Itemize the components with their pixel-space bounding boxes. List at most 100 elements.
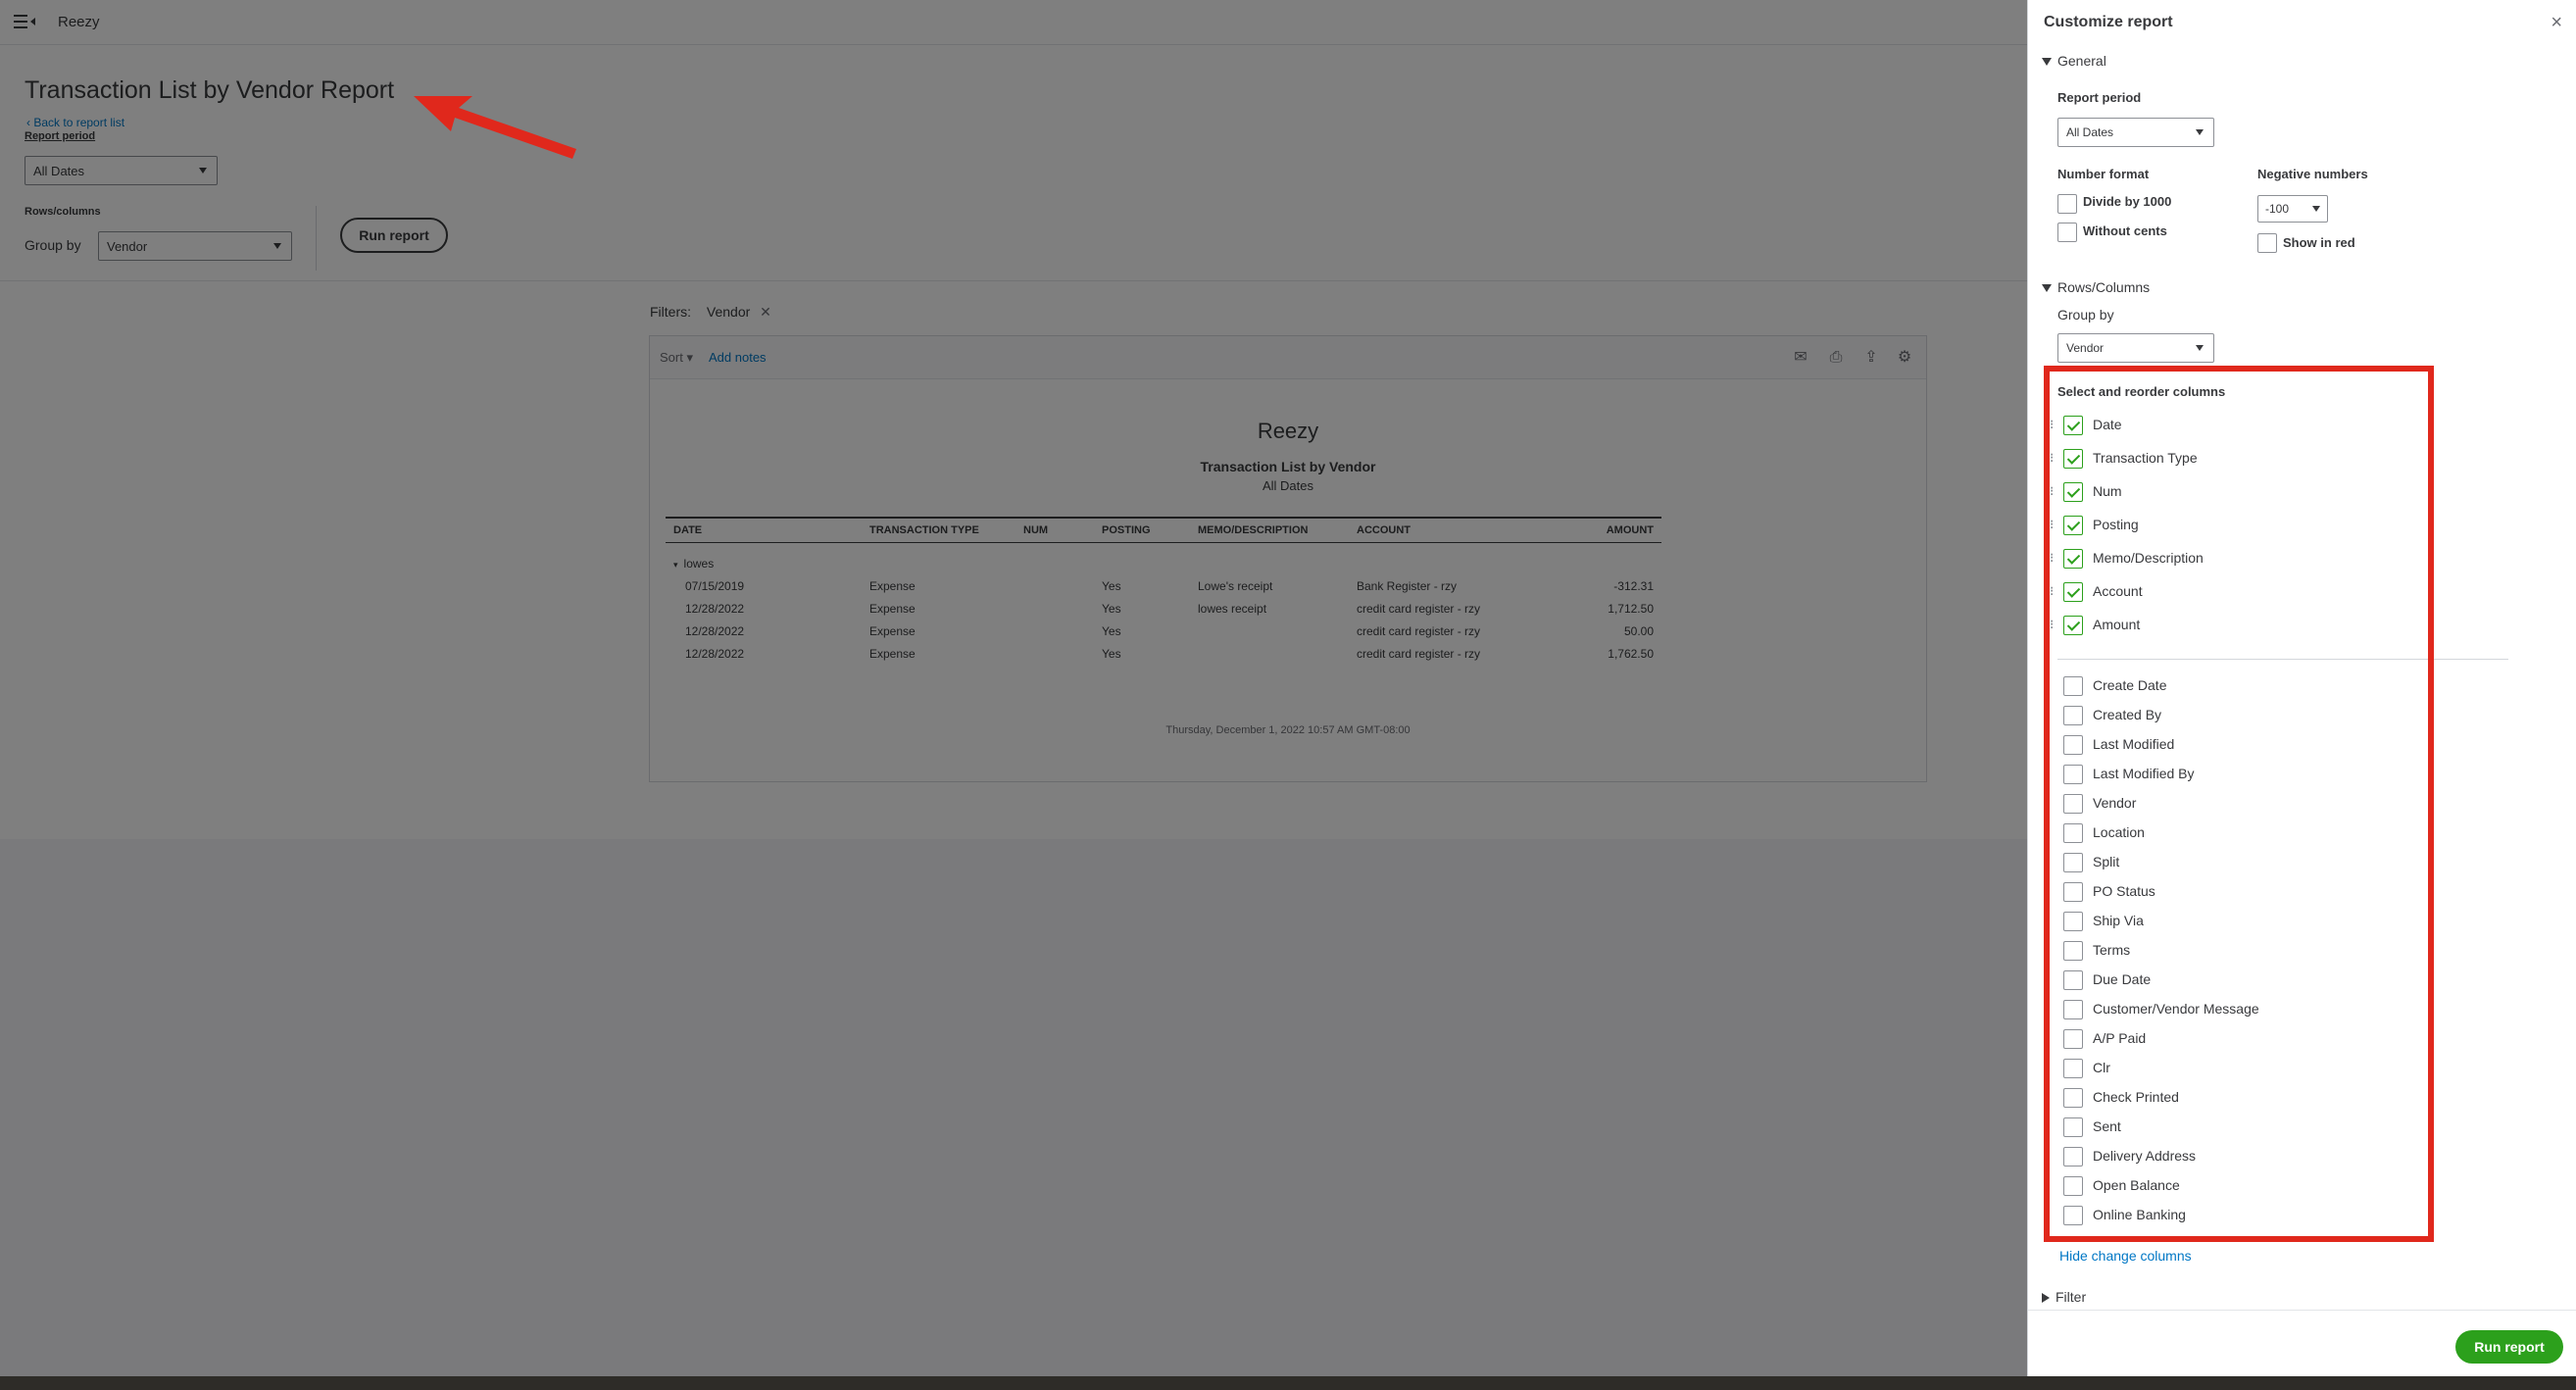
section-rows-columns-toggle[interactable]: Rows/Columns bbox=[2042, 279, 2150, 295]
column-option-po-status[interactable]: PO Status bbox=[2046, 880, 2555, 906]
gear-icon[interactable]: ⚙ bbox=[1895, 348, 1914, 368]
column-option-clr[interactable]: Clr bbox=[2046, 1057, 2555, 1082]
back-to-report-list-link[interactable]: ‹ Back to report list bbox=[26, 116, 124, 129]
column-option-transaction-type[interactable]: ⠿ Transaction Type bbox=[2046, 447, 2555, 472]
column-checkbox[interactable] bbox=[2063, 616, 2083, 635]
column-checkbox[interactable] bbox=[2063, 1029, 2083, 1049]
table-row[interactable]: 07/15/2019 Expense Yes Lowe's receipt Ba… bbox=[666, 574, 1661, 597]
cell-transaction-type[interactable]: Expense bbox=[862, 642, 1016, 665]
filter-chip-vendor[interactable]: Vendor bbox=[707, 304, 750, 320]
column-option-sent[interactable]: Sent bbox=[2046, 1116, 2555, 1141]
menu-toggle-icon[interactable] bbox=[14, 12, 37, 31]
column-checkbox[interactable] bbox=[2063, 1176, 2083, 1196]
back-link-label[interactable]: Back to report list bbox=[33, 116, 124, 129]
column-header[interactable]: POSTING bbox=[1094, 517, 1190, 543]
column-option-ship-via[interactable]: Ship Via bbox=[2046, 910, 2555, 935]
table-row[interactable]: 12/28/2022 Expense Yes credit card regis… bbox=[666, 642, 1661, 665]
cell-date[interactable]: 12/28/2022 bbox=[666, 642, 862, 665]
column-checkbox[interactable] bbox=[2063, 1117, 2083, 1137]
column-option-customer-vendor-message[interactable]: Customer/Vendor Message bbox=[2046, 998, 2555, 1023]
show-in-red-checkbox[interactable] bbox=[2257, 233, 2277, 253]
column-checkbox[interactable] bbox=[2063, 970, 2083, 990]
group-by-select[interactable]: Vendor bbox=[2057, 333, 2214, 363]
negative-numbers-select[interactable]: -100 bbox=[2257, 195, 2328, 223]
hide-change-columns-link[interactable]: Hide change columns bbox=[2059, 1248, 2192, 1264]
column-header[interactable]: NUM bbox=[1016, 517, 1094, 543]
section-filter-toggle[interactable]: Filter bbox=[2042, 1289, 2086, 1305]
collapse-triangle-icon[interactable]: ▾ bbox=[673, 560, 678, 570]
sort-dropdown[interactable]: Sort ▾ bbox=[660, 350, 693, 366]
column-header[interactable]: TRANSACTION TYPE bbox=[862, 517, 1016, 543]
cell-transaction-type[interactable]: Expense bbox=[862, 574, 1016, 597]
close-icon[interactable]: × bbox=[2551, 12, 2562, 34]
column-checkbox[interactable] bbox=[2063, 1088, 2083, 1108]
column-option-ap-paid[interactable]: A/P Paid bbox=[2046, 1027, 2555, 1053]
close-icon[interactable]: ✕ bbox=[760, 304, 771, 320]
column-checkbox[interactable] bbox=[2063, 912, 2083, 931]
cell-transaction-type[interactable]: Expense bbox=[862, 620, 1016, 642]
column-checkbox[interactable] bbox=[2063, 1147, 2083, 1167]
column-option-num[interactable]: ⠿ Num bbox=[2046, 480, 2555, 506]
column-checkbox[interactable] bbox=[2063, 765, 2083, 784]
cell-amount[interactable]: 50.00 bbox=[1531, 620, 1661, 642]
group-by-select[interactable]: Vendor bbox=[98, 231, 292, 261]
email-icon[interactable]: ✉ bbox=[1791, 348, 1810, 368]
column-checkbox[interactable] bbox=[2063, 706, 2083, 725]
column-checkbox[interactable] bbox=[2063, 449, 2083, 469]
column-checkbox[interactable] bbox=[2063, 676, 2083, 696]
drag-handle-icon[interactable]: ⠿ bbox=[2046, 519, 2055, 532]
section-general-toggle[interactable]: General bbox=[2042, 53, 2106, 69]
drag-handle-icon[interactable]: ⠿ bbox=[2046, 452, 2055, 466]
table-row[interactable]: 12/28/2022 Expense Yes credit card regis… bbox=[666, 620, 1661, 642]
column-header[interactable]: AMOUNT bbox=[1531, 517, 1661, 543]
cell-date[interactable]: 12/28/2022 bbox=[666, 597, 862, 620]
add-notes-link[interactable]: Add notes bbox=[709, 350, 767, 365]
print-icon[interactable]: ⎙ bbox=[1826, 348, 1846, 368]
table-row[interactable]: 12/28/2022 Expense Yes lowes receipt cre… bbox=[666, 597, 1661, 620]
run-report-button[interactable]: Run report bbox=[340, 218, 448, 253]
column-checkbox[interactable] bbox=[2063, 1000, 2083, 1019]
column-checkbox[interactable] bbox=[2063, 516, 2083, 535]
column-option-memo-description[interactable]: ⠿ Memo/Description bbox=[2046, 547, 2555, 572]
column-checkbox[interactable] bbox=[2063, 1206, 2083, 1225]
run-report-button[interactable]: Run report bbox=[2455, 1330, 2563, 1364]
column-checkbox[interactable] bbox=[2063, 794, 2083, 814]
column-option-location[interactable]: Location bbox=[2046, 821, 2555, 847]
column-option-amount[interactable]: ⠿ Amount bbox=[2046, 614, 2555, 639]
column-checkbox[interactable] bbox=[2063, 549, 2083, 569]
drag-handle-icon[interactable]: ⠿ bbox=[2046, 419, 2055, 432]
column-checkbox[interactable] bbox=[2063, 823, 2083, 843]
column-checkbox[interactable] bbox=[2063, 582, 2083, 602]
column-header[interactable]: ACCOUNT bbox=[1349, 517, 1531, 543]
column-checkbox[interactable] bbox=[2063, 416, 2083, 435]
cell-amount[interactable]: -312.31 bbox=[1531, 574, 1661, 597]
drag-handle-icon[interactable]: ⠿ bbox=[2046, 619, 2055, 632]
column-checkbox[interactable] bbox=[2063, 853, 2083, 872]
drag-handle-icon[interactable]: ⠿ bbox=[2046, 585, 2055, 599]
column-option-open-balance[interactable]: Open Balance bbox=[2046, 1174, 2555, 1200]
column-checkbox[interactable] bbox=[2063, 882, 2083, 902]
column-option-create-date[interactable]: Create Date bbox=[2046, 674, 2555, 700]
without-cents-checkbox[interactable] bbox=[2057, 223, 2077, 242]
report-period-select[interactable]: All Dates bbox=[25, 156, 218, 185]
drag-handle-icon[interactable]: ⠿ bbox=[2046, 485, 2055, 499]
column-checkbox[interactable] bbox=[2063, 735, 2083, 755]
cell-amount[interactable]: 1,712.50 bbox=[1531, 597, 1661, 620]
cell-date[interactable]: 07/15/2019 bbox=[666, 574, 862, 597]
column-option-online-banking[interactable]: Online Banking bbox=[2046, 1204, 2555, 1229]
column-option-due-date[interactable]: Due Date bbox=[2046, 968, 2555, 994]
group-row[interactable]: ▾ lowes bbox=[666, 543, 1661, 575]
cell-transaction-type[interactable]: Expense bbox=[862, 597, 1016, 620]
report-period-select[interactable]: All Dates bbox=[2057, 118, 2214, 147]
column-header[interactable]: MEMO/DESCRIPTION bbox=[1190, 517, 1349, 543]
column-checkbox[interactable] bbox=[2063, 941, 2083, 961]
column-option-check-printed[interactable]: Check Printed bbox=[2046, 1086, 2555, 1112]
column-option-posting[interactable]: ⠿ Posting bbox=[2046, 514, 2555, 539]
drag-handle-icon[interactable]: ⠿ bbox=[2046, 552, 2055, 566]
column-option-created-by[interactable]: Created By bbox=[2046, 704, 2555, 729]
cell-amount[interactable]: 1,762.50 bbox=[1531, 642, 1661, 665]
column-option-last-modified-by[interactable]: Last Modified By bbox=[2046, 763, 2555, 788]
column-option-delivery-address[interactable]: Delivery Address bbox=[2046, 1145, 2555, 1170]
export-icon[interactable]: ⇪ bbox=[1861, 348, 1881, 368]
column-option-account[interactable]: ⠿ Account bbox=[2046, 580, 2555, 606]
